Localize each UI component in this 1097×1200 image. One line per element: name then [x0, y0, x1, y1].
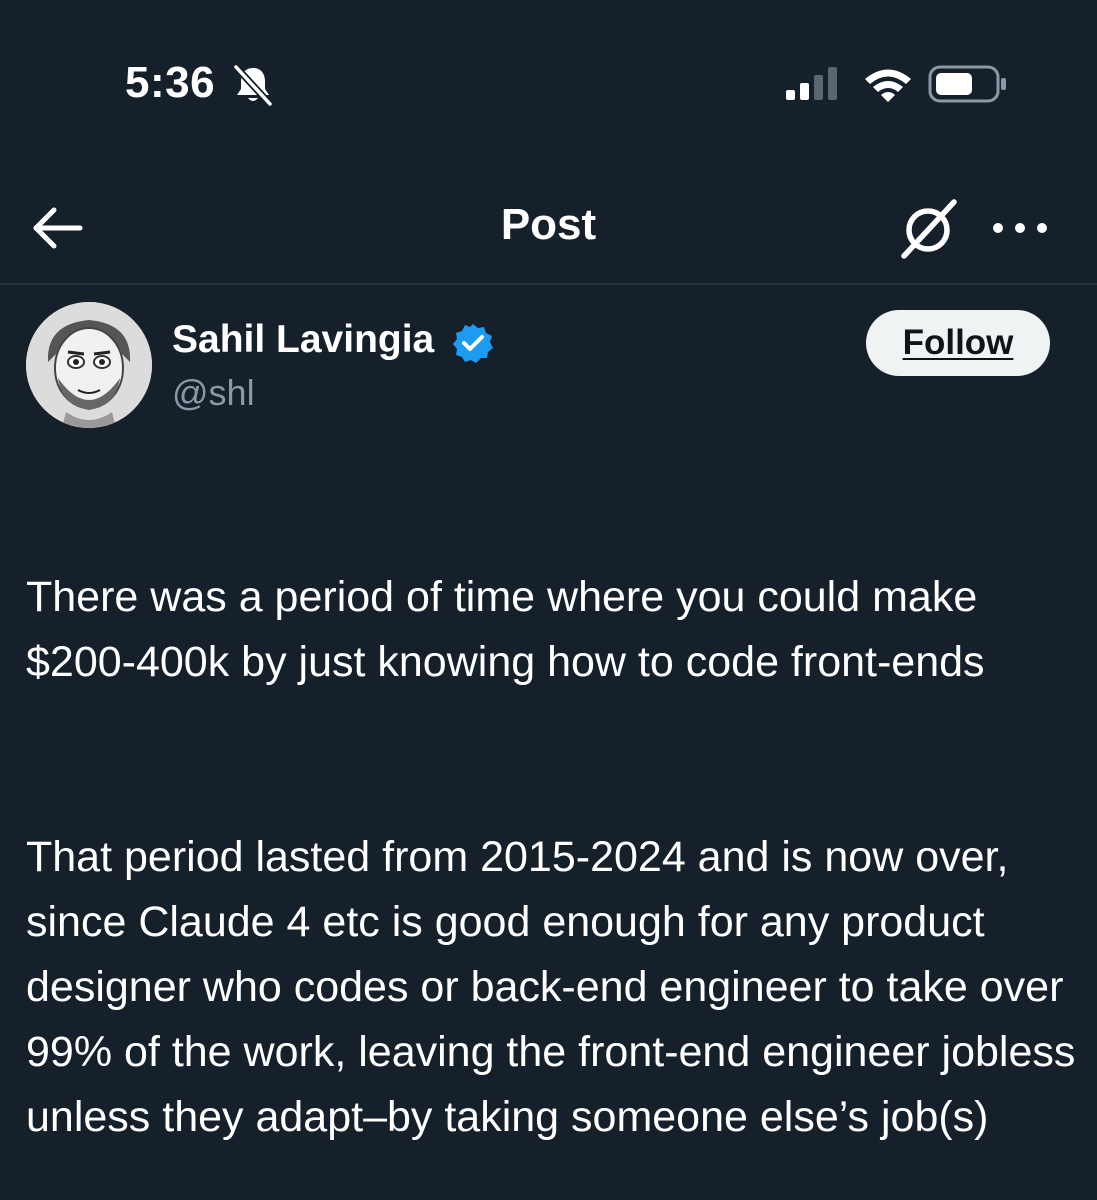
author-handle[interactable]: @shl — [172, 372, 255, 414]
wifi-icon — [865, 69, 911, 102]
post-paragraph: There was a period of time where you cou… — [26, 573, 985, 686]
post-paragraph: That period lasted from 2015-2024 and is… — [26, 833, 1076, 1141]
follow-button[interactable]: Follow — [866, 310, 1050, 376]
post-text: There was a period of time where you cou… — [26, 500, 1086, 1200]
grok-icon[interactable] — [896, 196, 962, 262]
author-name[interactable]: Sahil Lavingia — [172, 318, 434, 362]
more-horizontal-icon[interactable] — [990, 216, 1050, 240]
bell-slash-icon — [233, 64, 273, 106]
post-screen: 5:36 Post Sahil Lavingia @shl Follow The… — [0, 0, 1097, 1200]
avatar[interactable] — [26, 302, 152, 428]
header-divider — [0, 283, 1097, 285]
battery-icon — [928, 65, 1006, 103]
verified-badge-icon — [453, 324, 493, 363]
cellular-signal-icon — [786, 67, 837, 100]
status-time: 5:36 — [125, 58, 216, 107]
